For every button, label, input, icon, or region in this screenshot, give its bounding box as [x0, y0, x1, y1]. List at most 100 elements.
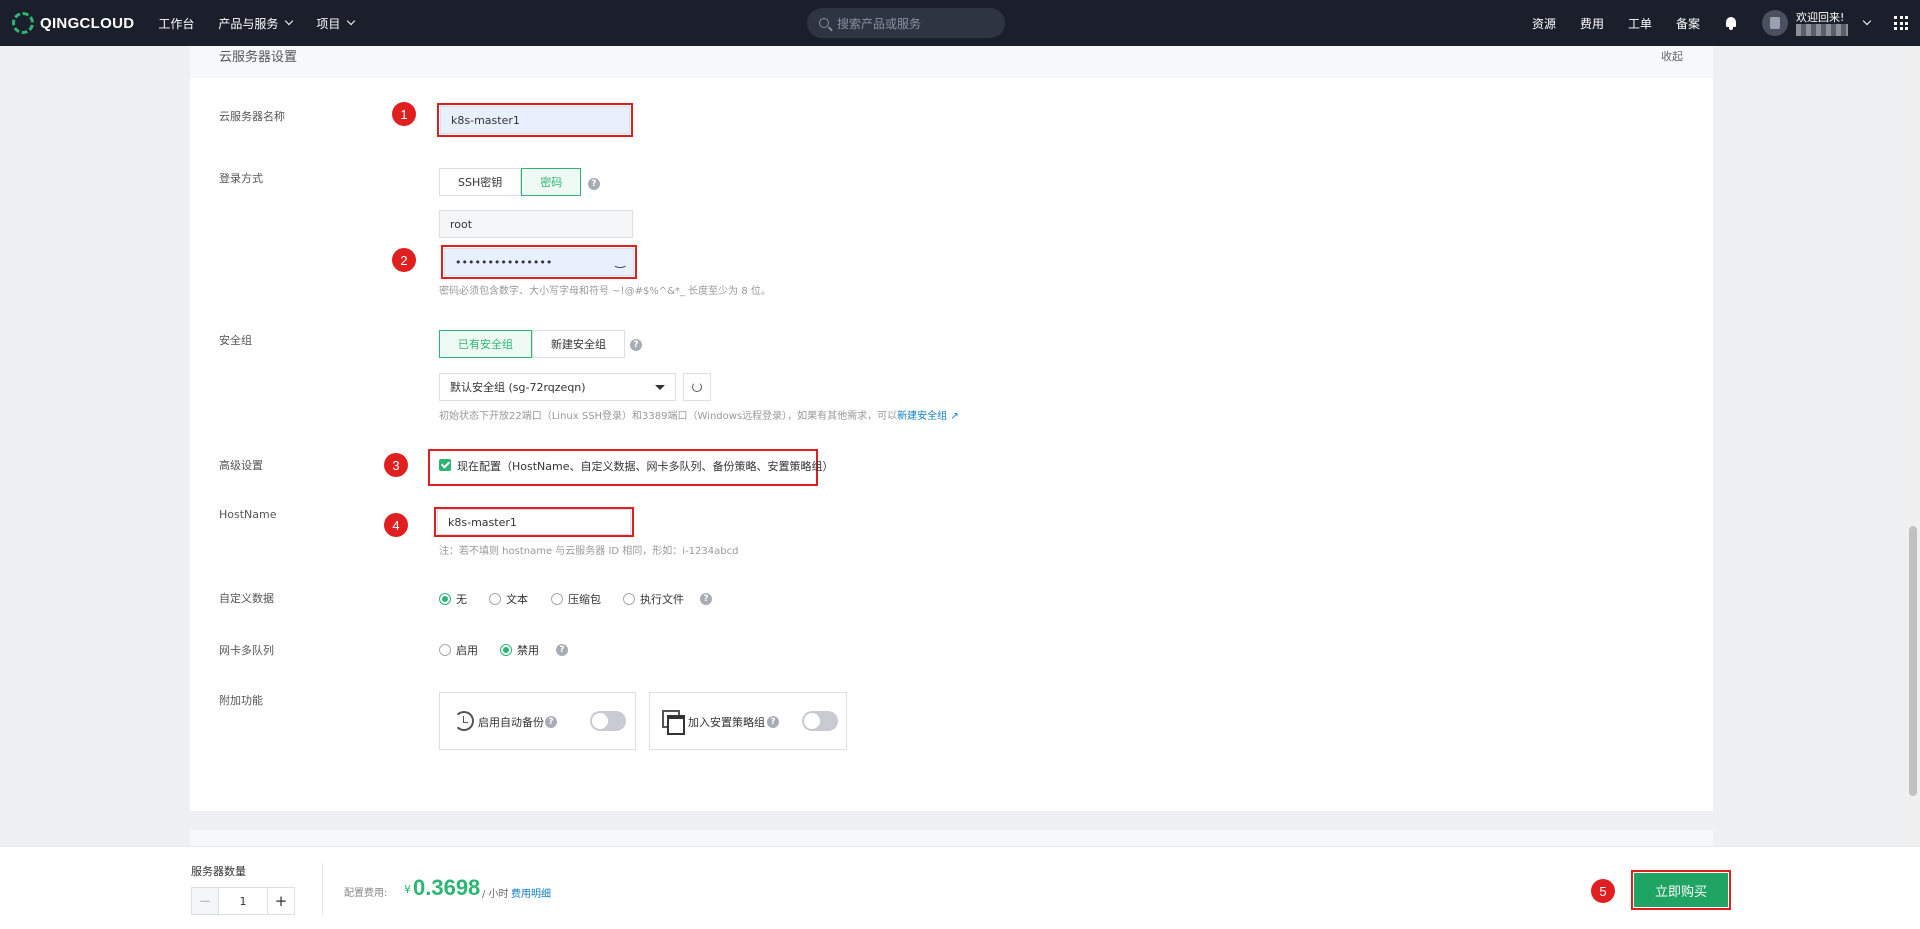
help-icon[interactable]: ?: [700, 593, 712, 605]
refresh-button[interactable]: [683, 373, 711, 401]
user-icon: [1770, 17, 1780, 29]
brand-logo[interactable]: QINGCLOUD: [12, 12, 134, 34]
nav-billing[interactable]: 费用: [1580, 15, 1604, 32]
login-method-toggle: SSH密钥 密码: [439, 168, 582, 196]
user-data-text-radio[interactable]: [489, 593, 501, 605]
security-group-label: 安全组: [219, 334, 252, 347]
security-group-hint: 初始状态下开放22端口（Linux SSH登录）和3389端口（Windows远…: [439, 407, 959, 422]
caret-down-icon: [655, 385, 665, 390]
advanced-settings-label: 高级设置: [219, 459, 263, 472]
nav-icp[interactable]: 备案: [1676, 15, 1700, 32]
advanced-config-checkbox[interactable]: [439, 459, 451, 471]
chevron-down-icon[interactable]: [1862, 16, 1872, 26]
quantity-input[interactable]: 1: [219, 887, 267, 915]
login-ssh-key-option[interactable]: SSH密钥: [439, 168, 522, 196]
avatar[interactable]: [1762, 10, 1788, 36]
annotation-marker-1: 1: [392, 102, 416, 126]
advanced-config-label: 现在配置（HostName、自定义数据、网卡多队列、备份策略、安置策略组）: [457, 460, 834, 473]
collapse-button[interactable]: 收起: [1661, 48, 1683, 64]
nic-queue-label: 网卡多队列: [219, 644, 274, 657]
help-icon[interactable]: ?: [556, 644, 568, 656]
server-settings-card: 云服务器设置 收起 云服务器名称 1 k8s-master1 登录方式 SSH密…: [190, 46, 1713, 811]
footer-divider: [322, 863, 323, 915]
user-data-archive-label: 压缩包: [568, 593, 601, 606]
apps-grid-icon[interactable]: [1894, 16, 1908, 30]
search-placeholder: 搜索产品或服务: [837, 16, 922, 31]
nav-products-menu[interactable]: 产品与服务: [218, 15, 294, 32]
user-menu[interactable]: 欢迎回来!: [1796, 11, 1856, 36]
search-input[interactable]: 搜索产品或服务: [807, 8, 1005, 38]
user-data-none-label: 无: [456, 593, 467, 606]
nav-products-label: 产品与服务: [218, 16, 279, 31]
fee-label: 配置费用:: [344, 888, 388, 899]
help-icon[interactable]: ?: [545, 716, 557, 728]
price-unit: / 小时: [482, 889, 509, 900]
hostname-label: HostName: [219, 508, 277, 521]
help-icon[interactable]: ?: [767, 716, 779, 728]
buy-now-button[interactable]: 立即购买: [1634, 873, 1728, 907]
welcome-text: 欢迎回来!: [1796, 10, 1845, 24]
scrollbar-thumb[interactable]: [1909, 526, 1917, 796]
fee-detail-link[interactable]: 费用明细: [511, 885, 551, 900]
password-input[interactable]: ••••••••••••••• ‿: [444, 248, 634, 276]
annotation-marker-4: 4: [384, 513, 408, 537]
login-method-label: 登录方式: [219, 172, 263, 185]
server-name-label: 云服务器名称: [219, 110, 285, 123]
annotation-marker-3: 3: [384, 453, 408, 477]
nav-workbench[interactable]: 工作台: [158, 15, 194, 32]
chevron-down-icon: [347, 16, 356, 26]
price-value: 0.3698: [413, 875, 481, 900]
placement-group-toggle[interactable]: [802, 711, 838, 731]
quantity-decrease-button[interactable]: −: [191, 887, 219, 915]
sg-existing-option[interactable]: 已有安全组: [439, 330, 532, 358]
quantity-increase-button[interactable]: +: [267, 887, 295, 915]
help-icon[interactable]: ?: [588, 178, 600, 190]
new-security-group-link[interactable]: 新建安全组: [897, 411, 947, 422]
help-icon[interactable]: ?: [630, 339, 642, 351]
user-data-exec-label: 执行文件: [640, 593, 684, 606]
user-data-none-radio[interactable]: [439, 593, 451, 605]
nic-enable-radio[interactable]: [439, 644, 451, 656]
placement-group-icon: [662, 710, 685, 735]
nic-disable-radio[interactable]: [500, 644, 512, 656]
sg-hint-text: 初始状态下开放22端口（Linux SSH登录）和3389端口（Windows远…: [439, 411, 898, 422]
password-value: •••••••••••••••: [455, 255, 553, 269]
redacted-username: [1796, 23, 1848, 36]
login-password-option[interactable]: 密码: [521, 168, 582, 196]
placement-group-label: 加入安置策略组: [688, 716, 765, 729]
eye-toggle-icon[interactable]: ‿: [615, 254, 625, 268]
nic-disable-label: 禁用: [517, 644, 539, 657]
user-data-text-label: 文本: [506, 593, 528, 606]
backup-history-icon: [454, 711, 474, 731]
section-title: 云服务器设置: [219, 50, 298, 65]
auto-backup-label: 启用自动备份: [478, 716, 544, 729]
placement-group-feature: 加入安置策略组 ?: [649, 692, 847, 750]
nav-tickets[interactable]: 工单: [1628, 15, 1652, 32]
user-data-label: 自定义数据: [219, 592, 274, 605]
search-icon: [819, 18, 829, 28]
annotation-marker-5: 5: [1591, 879, 1615, 903]
password-hint: 密码必须包含数字、大小写字母和符号 ~!@#$%^&*_ 长度至少为 8 位。: [439, 286, 771, 297]
refresh-icon: [692, 382, 702, 392]
chevron-down-icon: [285, 16, 294, 26]
auto-backup-feature: 启用自动备份 ?: [439, 692, 636, 750]
qingcloud-logo-icon: [12, 12, 34, 34]
user-data-archive-radio[interactable]: [551, 593, 563, 605]
user-data-exec-radio[interactable]: [623, 593, 635, 605]
annotation-marker-2: 2: [392, 248, 416, 272]
nav-resources[interactable]: 资源: [1532, 15, 1556, 32]
username-input[interactable]: root: [439, 210, 633, 238]
quantity-stepper: − 1 +: [191, 887, 295, 915]
bell-icon[interactable]: [1724, 16, 1738, 30]
brand-name: QINGCLOUD: [40, 14, 135, 32]
hostname-input[interactable]: k8s-master1: [437, 509, 631, 535]
page-scrollbar[interactable]: [1906, 46, 1920, 846]
sg-new-option[interactable]: 新建安全组: [532, 330, 625, 358]
security-group-select[interactable]: 默认安全组 (sg-72rqzeqn): [439, 373, 676, 401]
nav-projects-menu[interactable]: 项目: [316, 15, 356, 32]
card-header: 云服务器设置 收起: [190, 46, 1713, 78]
auto-backup-toggle[interactable]: [590, 711, 626, 731]
server-name-input[interactable]: k8s-master1: [440, 106, 630, 134]
server-quantity-label: 服务器数量: [191, 865, 246, 878]
external-link-icon: ↗: [947, 411, 959, 422]
